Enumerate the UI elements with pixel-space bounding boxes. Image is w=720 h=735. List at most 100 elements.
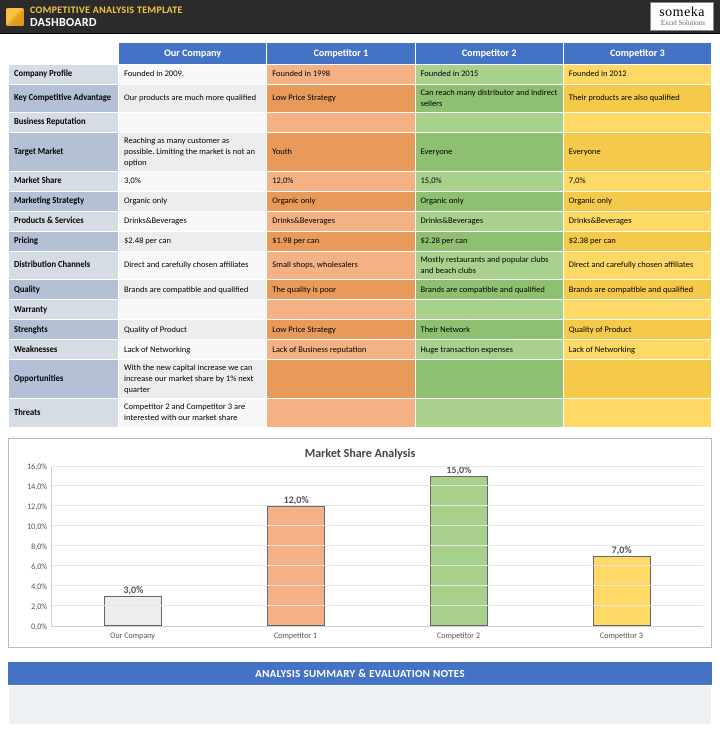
table-row: Key Competitive AdvantageOur products ar… bbox=[9, 85, 712, 113]
table-row: Company ProfileFounded in 2009.Founded i… bbox=[9, 65, 712, 85]
table-row: Warranty bbox=[9, 300, 712, 320]
table-cell[interactable]: Lack of Networking bbox=[563, 340, 711, 360]
table-cell[interactable]: Founded in 1998 bbox=[267, 65, 415, 85]
table-cell[interactable]: Organic only bbox=[119, 192, 267, 212]
table-cell[interactable] bbox=[415, 113, 563, 133]
table-cell[interactable]: Competitor 2 and Competitor 3 are intere… bbox=[119, 399, 267, 427]
row-label: Weaknesses bbox=[9, 340, 119, 360]
table-cell[interactable]: Their Network bbox=[415, 320, 563, 340]
chart-bars: 3,0% 12,0% 15,0% 7,0% bbox=[52, 467, 703, 626]
corner-cell bbox=[9, 43, 119, 65]
table-cell[interactable]: Huge transaction expenses bbox=[415, 340, 563, 360]
table-cell[interactable]: 7,0% bbox=[563, 172, 711, 192]
table-row: OpportunitiesWith the new capital increa… bbox=[9, 360, 712, 399]
table-header-row: Our Company Competitor 1 Competitor 2 Co… bbox=[9, 43, 712, 65]
chart-y-tick: 8,0% bbox=[31, 542, 47, 552]
table-cell[interactable] bbox=[267, 360, 415, 399]
table-cell[interactable]: Direct and carefully chosen affiliates bbox=[119, 252, 267, 280]
table-cell[interactable]: Quality of Product bbox=[563, 320, 711, 340]
table-cell[interactable]: 3,0% bbox=[119, 172, 267, 192]
table-cell[interactable]: $2.28 per can bbox=[415, 232, 563, 252]
app-header: COMPETITIVE ANALYSIS TEMPLATE DASHBOARD … bbox=[0, 0, 720, 34]
table-cell[interactable]: Founded in 2012 bbox=[563, 65, 711, 85]
table-cell[interactable] bbox=[267, 113, 415, 133]
row-label: Marketing Strategty bbox=[9, 192, 119, 212]
template-title: COMPETITIVE ANALYSIS TEMPLATE bbox=[30, 3, 183, 16]
table-cell[interactable]: Lack of Business reputation bbox=[267, 340, 415, 360]
table-cell[interactable] bbox=[563, 399, 711, 427]
chart-y-tick: 4,0% bbox=[31, 582, 47, 592]
chart-x-label: Competitor 2 bbox=[377, 627, 540, 641]
table-cell[interactable]: Small shops, wholesalers bbox=[267, 252, 415, 280]
table-cell[interactable] bbox=[119, 300, 267, 320]
chart-x-label: Competitor 3 bbox=[540, 627, 703, 641]
table-cell[interactable]: Organic only bbox=[415, 192, 563, 212]
table-cell[interactable] bbox=[563, 300, 711, 320]
table-cell[interactable] bbox=[415, 360, 563, 399]
chart-bar: 3,0% bbox=[104, 596, 162, 626]
table-cell[interactable]: Brands are compatible and qualified bbox=[119, 280, 267, 300]
table-cell[interactable]: Organic only bbox=[267, 192, 415, 212]
table-cell[interactable]: Brands are compatible and qualified bbox=[415, 280, 563, 300]
table-row: Distribution ChannelsDirect and carefull… bbox=[9, 252, 712, 280]
table-cell[interactable]: Quality of Product bbox=[119, 320, 267, 340]
table-cell[interactable]: $2.38 per can bbox=[563, 232, 711, 252]
table-cell[interactable]: $1.98 per can bbox=[267, 232, 415, 252]
chart-x-labels: Our CompanyCompetitor 1Competitor 2Compe… bbox=[51, 627, 703, 641]
table-cell[interactable]: Drinks&Beverages bbox=[415, 212, 563, 232]
table-cell[interactable]: Youth bbox=[267, 133, 415, 172]
table-cell[interactable]: Drinks&Beverages bbox=[563, 212, 711, 232]
row-label: Target Market bbox=[9, 133, 119, 172]
table-cell[interactable]: Organic only bbox=[563, 192, 711, 212]
table-cell[interactable]: Drinks&Beverages bbox=[119, 212, 267, 232]
table-cell[interactable]: Reaching as many customer as possible. L… bbox=[119, 133, 267, 172]
table-cell[interactable]: 15,0% bbox=[415, 172, 563, 192]
col-header-our-company: Our Company bbox=[119, 43, 267, 65]
table-row: Pricing$2.48 per can$1.98 per can$2.28 p… bbox=[9, 232, 712, 252]
table-cell[interactable]: Our products are much more qualified bbox=[119, 85, 267, 113]
table-cell[interactable]: Everyone bbox=[563, 133, 711, 172]
notes-body[interactable] bbox=[8, 685, 712, 725]
brand-tagline: Excel Solutions bbox=[659, 20, 705, 27]
table-cell[interactable] bbox=[415, 300, 563, 320]
chart-gridline bbox=[52, 585, 703, 586]
chart-bar-cell: 15,0% bbox=[378, 467, 541, 626]
table-cell[interactable]: 12,0% bbox=[267, 172, 415, 192]
table-cell[interactable]: $2.48 per can bbox=[119, 232, 267, 252]
row-label: Distribution Channels bbox=[9, 252, 119, 280]
table-cell[interactable]: With the new capital increase we can inc… bbox=[119, 360, 267, 399]
row-label: Quality bbox=[9, 280, 119, 300]
table-cell[interactable]: Direct and carefully chosen affiliates bbox=[563, 252, 711, 280]
table-cell[interactable] bbox=[415, 399, 563, 427]
table-cell[interactable]: Lack of Networking bbox=[119, 340, 267, 360]
table-cell[interactable]: Low Price Strategy bbox=[267, 85, 415, 113]
table-cell[interactable] bbox=[267, 399, 415, 427]
table-cell[interactable]: Low Price Strategy bbox=[267, 320, 415, 340]
row-label: Products & Services bbox=[9, 212, 119, 232]
table-cell[interactable] bbox=[563, 360, 711, 399]
chart-gridline bbox=[52, 565, 703, 566]
chart-plot-area: 0,0%2,0%4,0%6,0%8,0%10,0%12,0%14,0%16,0%… bbox=[17, 467, 703, 627]
chart-y-tick: 6,0% bbox=[31, 562, 47, 572]
chart-y-tick: 14,0% bbox=[27, 482, 47, 492]
chart-y-axis: 0,0%2,0%4,0%6,0%8,0%10,0%12,0%14,0%16,0% bbox=[17, 467, 51, 627]
row-label: Business Reputation bbox=[9, 113, 119, 133]
table-cell[interactable]: Founded in 2015 bbox=[415, 65, 563, 85]
table-cell[interactable]: Can reach many distributor and indirect … bbox=[415, 85, 563, 113]
table-cell[interactable]: The quality is poor bbox=[267, 280, 415, 300]
table-cell[interactable]: Their products are also qualified bbox=[563, 85, 711, 113]
page-title: DASHBOARD bbox=[30, 16, 183, 30]
table-cell[interactable]: Founded in 2009. bbox=[119, 65, 267, 85]
chart-bar: 7,0% bbox=[593, 556, 651, 626]
table-cell[interactable] bbox=[267, 300, 415, 320]
table-cell[interactable]: Everyone bbox=[415, 133, 563, 172]
table-cell[interactable]: Mostly restaurants and popular clubs and… bbox=[415, 252, 563, 280]
table-cell[interactable]: Brands are compatible and qualified bbox=[563, 280, 711, 300]
table-cell[interactable]: Drinks&Beverages bbox=[267, 212, 415, 232]
table-cell[interactable] bbox=[563, 113, 711, 133]
chart-bar: 15,0% bbox=[430, 476, 488, 625]
chart-bar: 12,0% bbox=[267, 506, 325, 625]
table-cell[interactable] bbox=[119, 113, 267, 133]
chart-y-tick: 0,0% bbox=[31, 622, 47, 632]
table-row: Market Share3,0%12,0%15,0%7,0% bbox=[9, 172, 712, 192]
